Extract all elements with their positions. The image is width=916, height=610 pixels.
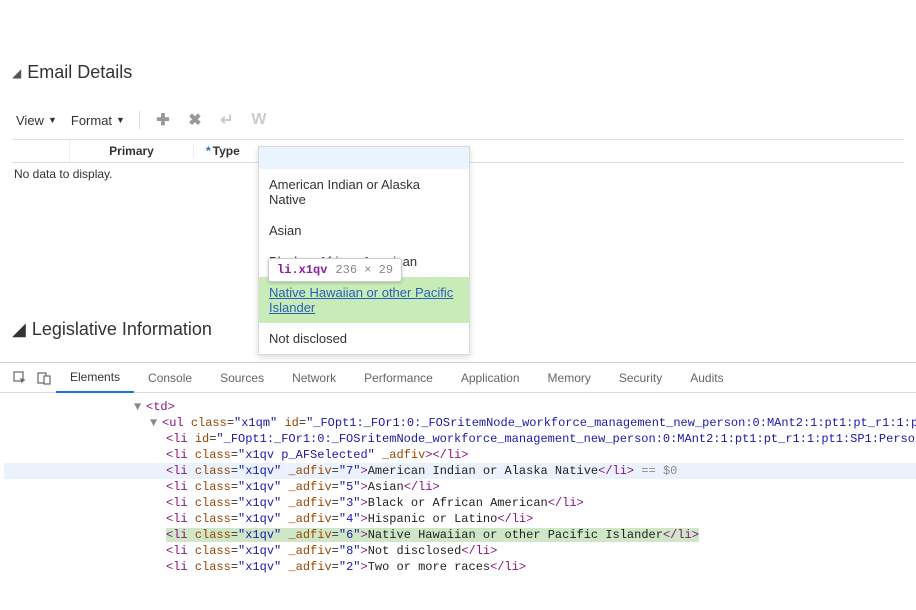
view-menu[interactable]: View ▼ xyxy=(16,113,57,128)
chevron-down-icon: ▼ xyxy=(116,115,125,125)
grid-col-primary[interactable]: Primary xyxy=(70,144,194,158)
section-title-text: Legislative Information xyxy=(32,319,212,340)
devtools-dom-tree[interactable]: ▼<td>▼<ul class="x1qm" id="_FOpt1:_FOr1:… xyxy=(0,393,916,610)
toolbar-separator xyxy=(139,111,140,129)
devtools-panel: Elements Console Sources Network Perform… xyxy=(0,362,916,610)
devtools-tabs: Elements Console Sources Network Perform… xyxy=(0,363,916,393)
format-menu[interactable]: Format ▼ xyxy=(71,113,125,128)
devtools-tab-network[interactable]: Network xyxy=(278,363,350,392)
tooltip-dimensions: 236 × 29 xyxy=(335,263,393,277)
delete-icon[interactable]: ✖ xyxy=(186,111,204,129)
dropdown-option[interactable]: Not disclosed xyxy=(259,323,469,354)
device-toolbar-icon[interactable] xyxy=(32,366,56,390)
section-email-details: ◢ Email Details xyxy=(12,62,904,83)
tooltip-selector: li.x1qv xyxy=(277,263,327,277)
wrap-icon[interactable]: W xyxy=(250,111,268,129)
devtools-tab-application[interactable]: Application xyxy=(447,363,534,392)
dropdown-option[interactable]: Asian xyxy=(259,215,469,246)
disclosure-triangle-icon[interactable]: ◢ xyxy=(12,319,26,340)
grid-select-column[interactable] xyxy=(12,140,70,162)
dropdown-blank-option[interactable] xyxy=(259,147,469,169)
inspect-element-icon[interactable] xyxy=(8,366,32,390)
devtools-tab-sources[interactable]: Sources xyxy=(206,363,278,392)
dropdown-option[interactable]: American Indian or Alaska Native xyxy=(259,169,469,215)
devtools-tab-security[interactable]: Security xyxy=(605,363,676,392)
email-toolbar: View ▼ Format ▼ ✚ ✖ ↵ W xyxy=(12,111,904,129)
required-asterisk-icon: * xyxy=(206,144,211,158)
disclosure-triangle-icon[interactable]: ◢ xyxy=(12,66,21,80)
devtools-tab-elements[interactable]: Elements xyxy=(56,364,134,393)
add-icon[interactable]: ✚ xyxy=(154,111,172,129)
chevron-down-icon: ▼ xyxy=(48,115,57,125)
devtools-tab-performance[interactable]: Performance xyxy=(350,363,447,392)
devtools-tab-console[interactable]: Console xyxy=(134,363,206,392)
devtools-tab-audits[interactable]: Audits xyxy=(676,363,737,392)
devtools-tab-memory[interactable]: Memory xyxy=(534,363,605,392)
detach-icon[interactable]: ↵ xyxy=(218,111,236,129)
dropdown-option-highlighted[interactable]: Native Hawaiian or other Pacific Islande… xyxy=(259,277,469,323)
inspector-tooltip: li.x1qv 236 × 29 xyxy=(268,258,402,282)
section-title-text: Email Details xyxy=(27,62,132,83)
ethnicity-dropdown[interactable]: American Indian or Alaska Native Asian B… xyxy=(258,146,470,355)
